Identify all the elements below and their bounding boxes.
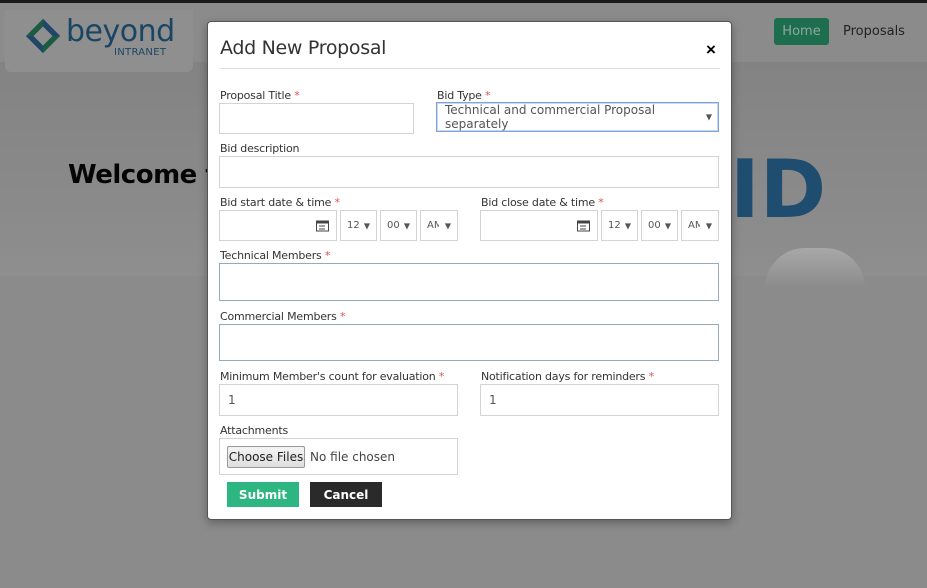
minute-value: 00 (648, 220, 661, 231)
calendar-icon[interactable] (577, 220, 590, 231)
bid-description-input[interactable] (219, 156, 719, 188)
submit-button[interactable]: Submit (227, 482, 299, 507)
add-proposal-modal: Add New Proposal × Proposal Title * Bid … (207, 21, 732, 520)
label-text: Minimum Member's count for evaluation (220, 370, 436, 383)
required-marker: * (339, 310, 346, 323)
commercial-members-label: Commercial Members * (220, 310, 345, 323)
cancel-button[interactable]: Cancel (310, 482, 382, 507)
logo-icon (25, 18, 61, 54)
file-status-text: No file chosen (310, 450, 396, 464)
label-text: Bid start date & time (220, 196, 332, 209)
dropdown-arrow-icon: ▼ (705, 221, 712, 230)
bid-description-label: Bid description (220, 142, 300, 155)
proposal-title-label: Proposal Title * (220, 89, 300, 102)
required-marker: * (438, 370, 445, 383)
meridiem-value: AM (688, 220, 700, 231)
label-text: Technical Members (220, 249, 322, 262)
bid-start-meridiem-select[interactable]: AM ▼ (420, 210, 458, 241)
hero-graphic-text: ID (730, 143, 827, 236)
logo-subtitle: INTRANET (114, 47, 167, 58)
bid-start-hour-select[interactable]: 12 ▼ (340, 210, 377, 241)
required-marker: * (334, 196, 341, 209)
min-member-count-label: Minimum Member's count for evaluation * (220, 370, 444, 383)
label-text: Proposal Title (220, 89, 291, 102)
modal-header-divider (219, 68, 720, 69)
dropdown-arrow-icon: ▼ (705, 112, 712, 122)
hour-value: 12 (608, 220, 621, 231)
nav-proposals[interactable]: Proposals (843, 24, 905, 39)
min-member-count-input[interactable]: 1 (219, 384, 458, 416)
bid-close-meridiem-select[interactable]: AM ▼ (681, 210, 719, 241)
bid-type-label: Bid Type * (437, 89, 491, 102)
label-text: Bid Type (437, 89, 482, 102)
modal-title: Add New Proposal (220, 37, 387, 59)
hour-value: 12 (347, 220, 360, 231)
proposal-title-input[interactable] (219, 103, 414, 134)
bid-type-selected-value: Technical and commercial Proposal separa… (445, 103, 656, 131)
required-marker: * (324, 249, 331, 262)
dropdown-arrow-icon: ▼ (403, 221, 410, 230)
required-marker: * (294, 89, 300, 102)
notification-days-label: Notification days for reminders * (481, 370, 654, 383)
close-icon[interactable]: × (706, 40, 716, 60)
required-marker: * (485, 89, 491, 102)
nav-home[interactable]: Home (774, 18, 829, 45)
bid-type-select[interactable]: Technical and commercial Proposal separa… (436, 102, 719, 132)
commercial-members-input[interactable] (219, 324, 719, 361)
bid-close-label: Bid close date & time * (481, 196, 604, 209)
dropdown-arrow-icon: ▼ (664, 221, 671, 230)
choose-files-button[interactable]: Choose Files (227, 446, 305, 468)
calendar-icon[interactable] (316, 220, 329, 231)
dropdown-arrow-icon: ▼ (363, 221, 370, 230)
dropdown-arrow-icon: ▼ (444, 221, 451, 230)
attachments-file-input[interactable]: Choose Files No file chosen (219, 438, 458, 475)
bid-close-hour-select[interactable]: 12 ▼ (601, 210, 638, 241)
top-strip (0, 0, 927, 3)
bid-start-label: Bid start date & time * (220, 196, 340, 209)
technical-members-label: Technical Members * (220, 249, 330, 262)
bid-close-date-input[interactable] (480, 210, 598, 241)
attachments-label: Attachments (220, 424, 289, 437)
logo-text: beyond (66, 14, 175, 49)
label-text: Bid close date & time (481, 196, 595, 209)
required-marker: * (598, 196, 604, 209)
label-text: Commercial Members (220, 310, 337, 323)
dropdown-arrow-icon: ▼ (624, 221, 631, 230)
bid-close-minute-select[interactable]: 00 ▼ (641, 210, 678, 241)
label-text: Notification days for reminders (481, 370, 646, 383)
minute-value: 00 (387, 220, 400, 231)
bid-start-minute-select[interactable]: 00 ▼ (380, 210, 417, 241)
bid-start-date-input[interactable] (219, 210, 337, 241)
meridiem-value: AM (427, 220, 439, 231)
notification-days-input[interactable]: 1 (480, 384, 719, 416)
technical-members-input[interactable] (219, 263, 719, 301)
required-marker: * (648, 370, 655, 383)
